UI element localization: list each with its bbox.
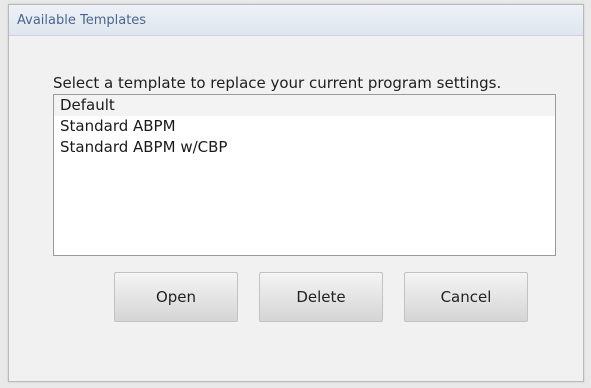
list-item-standard-abpm-wcbp[interactable]: Standard ABPM w/CBP [54,137,555,158]
available-templates-dialog: Available Templates Select a template to… [8,4,584,382]
templates-listbox[interactable]: Default Standard ABPM Standard ABPM w/CB… [53,94,556,256]
cancel-button[interactable]: Cancel [404,272,528,322]
delete-button[interactable]: Delete [259,272,383,322]
list-item-standard-abpm[interactable]: Standard ABPM [54,116,555,137]
title-bar[interactable]: Available Templates [9,5,583,36]
instruction-text: Select a template to replace your curren… [53,74,502,92]
open-button[interactable]: Open [114,272,238,322]
list-item-default[interactable]: Default [54,95,555,116]
window-title: Available Templates [17,13,147,28]
